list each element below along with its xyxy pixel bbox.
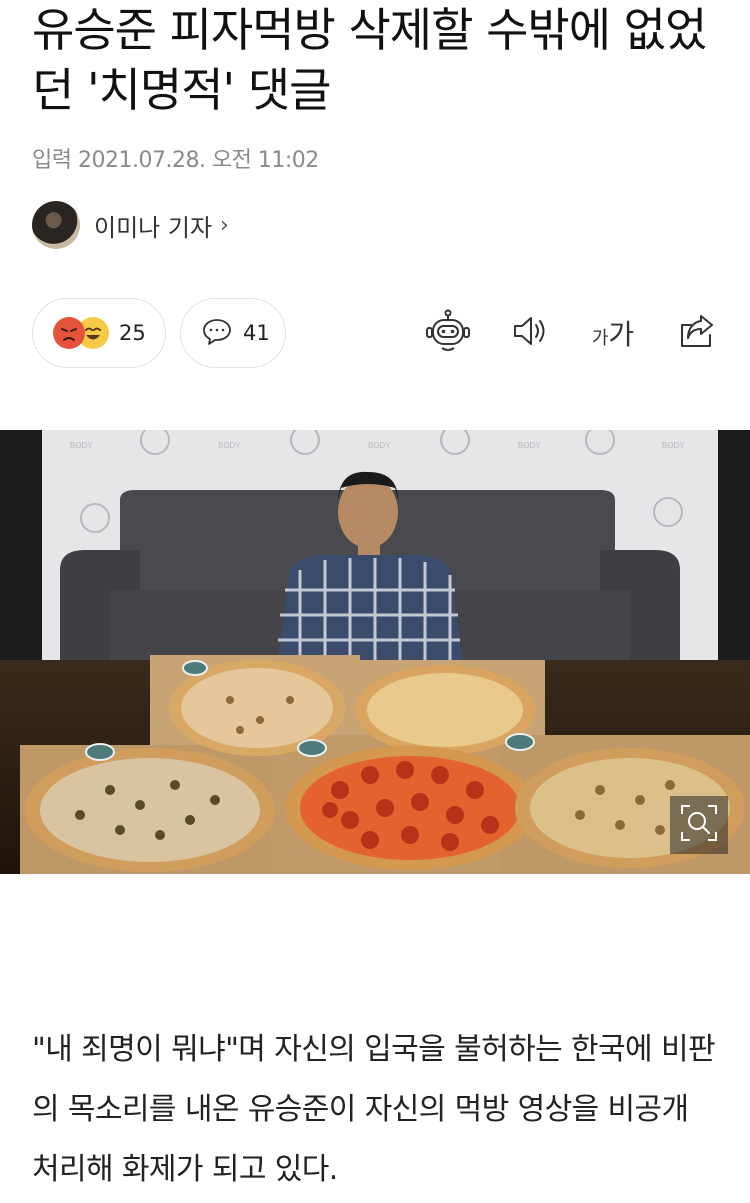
- summary-button[interactable]: [422, 308, 474, 358]
- photo-illustration: BODY BODY BODY BODY BODY: [0, 430, 750, 874]
- reporter-avatar: [32, 201, 80, 249]
- speech-bubble-icon: [201, 315, 233, 351]
- speaker-icon: [511, 311, 551, 355]
- comment-button[interactable]: 41: [180, 298, 286, 368]
- angry-face-icon: [53, 317, 85, 349]
- reaction-count: 25: [119, 321, 146, 345]
- reaction-button[interactable]: 25: [32, 298, 166, 368]
- reporter-link[interactable]: 이미나 기자 ›: [32, 200, 229, 250]
- svg-text:BODY: BODY: [518, 441, 541, 450]
- article-body: "내 죄명이 뭐냐"며 자신의 입국을 불허하는 한국에 비판의 목소리를 내온…: [32, 1032, 716, 1187]
- font-size-big-label: 가: [608, 318, 635, 351]
- article-photo: BODY BODY BODY BODY BODY: [0, 430, 750, 874]
- svg-text:BODY: BODY: [662, 441, 685, 450]
- article-title: 유승준 피자먹방 삭제할 수밖에 없었던 '치명적' 댓글: [32, 3, 707, 117]
- share-icon: [677, 311, 717, 355]
- zoom-button[interactable]: [670, 796, 728, 854]
- comment-count: 41: [243, 321, 270, 345]
- zoom-icon: [679, 803, 719, 847]
- chevron-right-icon: ›: [220, 212, 229, 238]
- robot-summary-icon: [425, 308, 471, 358]
- svg-text:BODY: BODY: [218, 441, 241, 450]
- font-size-small-label: 가: [591, 328, 609, 349]
- article-date: 입력 2021.07.28. 오전 11:02: [32, 148, 319, 173]
- reporter-name: 이미나 기자: [94, 213, 213, 242]
- font-size-button[interactable]: 가 가: [586, 308, 640, 358]
- svg-text:BODY: BODY: [368, 441, 391, 450]
- tts-button[interactable]: [506, 308, 556, 358]
- svg-text:BODY: BODY: [70, 441, 93, 450]
- share-button[interactable]: [674, 308, 720, 358]
